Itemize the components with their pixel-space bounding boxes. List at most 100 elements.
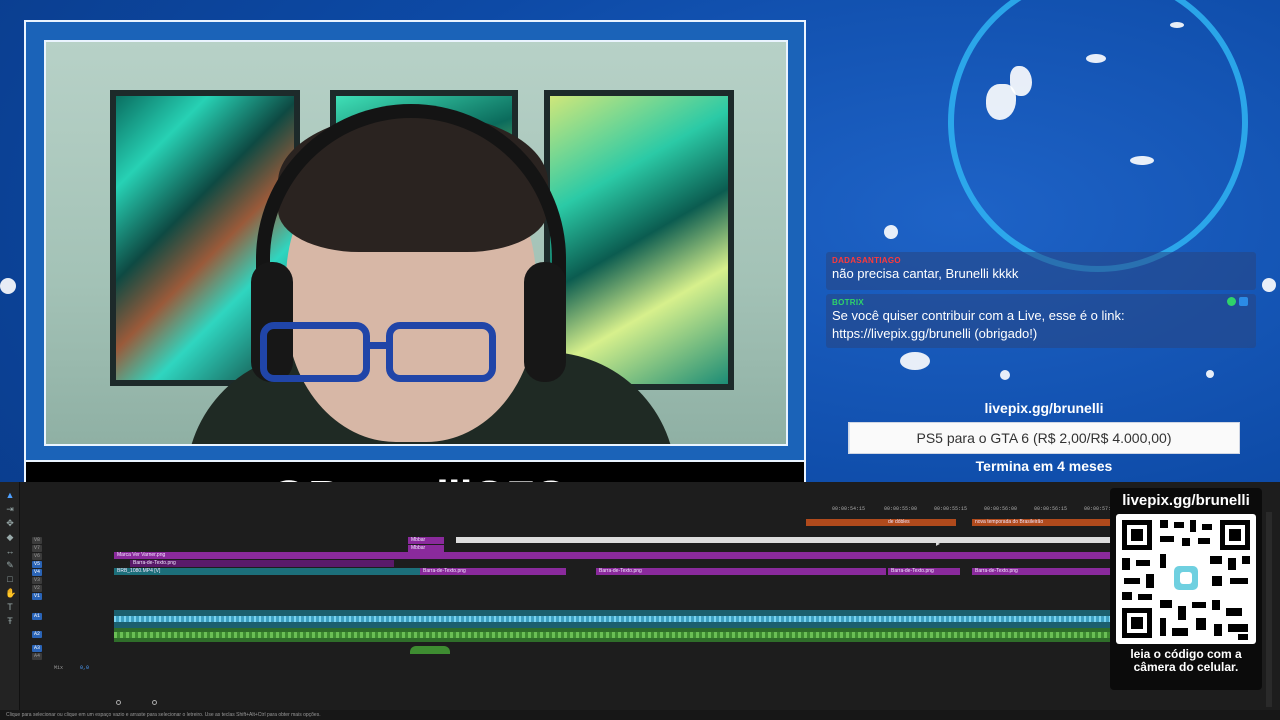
track-header[interactable]: A4 [28,653,114,661]
track-header[interactable]: A2 [28,631,114,639]
track-id[interactable]: V3 [32,577,42,584]
track-header[interactable]: V6 [28,553,114,561]
track-header[interactable]: V2 [28,585,114,593]
tool-palette: ▲ ⇥ ✥ ◆ ↔ ✎ □ ✋ T Ŧ [0,482,20,712]
goal-title: livepix.gg/brunelli [984,400,1104,416]
snow-particle [1000,370,1010,380]
track-id[interactable]: A1 [32,613,42,620]
mix-label: Mix [54,665,64,671]
vertical-scrollbar[interactable] [1266,512,1272,707]
chat-username: DADASANTIAGO [832,256,901,265]
type-icon[interactable]: Ŧ [5,616,15,626]
timeline-clip[interactable]: Mbbar [408,545,444,552]
video-editor: ▲ ⇥ ✥ ◆ ↔ ✎ □ ✋ T Ŧ V8 V7 V6 V5 V4 V3 V2… [0,482,1280,720]
scroll-handle[interactable] [116,700,121,705]
chat-text: Se você quiser contribuir com a Live, es… [832,308,1125,341]
webcam-frame: @BrunelliOFC [24,20,806,534]
track-header[interactable]: A3 [28,645,114,653]
selection-tool-icon[interactable]: ▲ [5,490,15,500]
qr-title: livepix.gg/brunelli [1122,492,1250,509]
ruler-tick: 00:00:56:15 [1034,506,1068,512]
chat-username: BOTRIX [832,298,865,307]
track-id[interactable]: A2 [32,631,42,638]
qr-caption-line: câmera do celular. [1133,660,1239,674]
snow-particle [1130,156,1154,165]
track-select-icon[interactable]: ⇥ [5,504,15,514]
snow-particle [0,278,16,294]
track-headers: V8 V7 V6 V5 V4 V3 V2 V1 A1 A2 A3 A4 Mix … [28,537,114,717]
qr-code [1116,514,1256,644]
webcam-feed [44,40,788,446]
stream-overlay: @BrunelliOFC DADASANTIAGO não precisa ca… [0,0,1280,720]
track-header[interactable]: V3 [28,577,114,585]
snow-particle [1086,54,1106,63]
rectangle-icon[interactable]: □ [5,574,15,584]
track-id[interactable]: V7 [32,545,42,552]
audio-waveform [114,616,1110,622]
horizontal-zoom-scrollbar[interactable] [116,700,157,706]
timeline-clip[interactable]: Marca Ver Varner.png [114,552,1110,559]
timeline-clip[interactable]: Mbbar [408,537,444,544]
audio-track-a2[interactable] [114,628,1110,642]
track-header[interactable]: V7 [28,545,114,553]
timeline-clip[interactable]: Barra-de-Texto.png [596,568,886,575]
slip-icon[interactable]: ↔ [5,546,15,556]
timeline-clip[interactable]: Barra-de-Texto.png [888,568,960,575]
glasses-right-lens [386,322,496,382]
audio-track-a1[interactable] [114,610,1110,628]
timeline[interactable]: 00:00:54:15 00:00:55:00 00:00:55:15 00:0… [114,482,1117,712]
mix-track[interactable]: Mix 0,0 [28,665,114,673]
cursor-icon: ▸ [936,539,941,548]
mix-value[interactable]: 0,0 [80,665,89,671]
timeline-clip[interactable]: nova temporada do Brasileirão [972,519,1110,526]
timeline-clip[interactable]: Barra-de-Texto.png [972,568,1110,575]
ruler-tick: 00:00:55:00 [884,506,918,512]
track-id[interactable]: V6 [32,553,42,560]
track-id[interactable]: V1 [32,593,42,600]
headphones-band [256,104,566,294]
pen-icon[interactable]: ✎ [5,560,15,570]
bot-icon [1239,297,1248,306]
timeline-ruler[interactable]: 00:00:54:15 00:00:55:00 00:00:55:15 00:0… [804,504,1117,514]
snow-particle [1170,22,1184,28]
snow-particle [1262,278,1276,292]
ripple-edit-icon[interactable]: ✥ [5,518,15,528]
chat-text: não precisa cantar, Brunelli kkkk [832,266,1019,281]
hand-icon[interactable]: ✋ [5,588,16,598]
timeline-clip[interactable]: Barra-de-Texto.png [130,560,394,567]
qr-caption: leia o código com a câmera do celular. [1110,648,1262,674]
goal-ends: Termina em 4 meses [975,458,1113,474]
snow-particle [1206,370,1214,378]
track-id[interactable]: A3 [32,645,42,652]
chat-message: DADASANTIAGO não precisa cantar, Brunell… [826,252,1256,290]
chat-message: BOTRIX Se você quiser contribuir com a L… [826,294,1256,348]
ruler-tick: 00:00:56:00 [984,506,1018,512]
text-icon[interactable]: T [5,602,15,612]
timeline-clip[interactable]: Barra-de-Texto.png [420,568,566,575]
track-id[interactable]: V2 [32,585,42,592]
track-id[interactable]: A4 [32,653,42,660]
track-id[interactable]: V4 [32,569,42,576]
track-id[interactable]: V5 [32,561,42,568]
scroll-handle[interactable] [152,700,157,705]
track-header[interactable]: A1 [28,613,114,621]
timeline-clip[interactable] [456,537,1110,543]
track-header[interactable]: V5 [28,561,114,569]
qr-code-image [1122,520,1250,640]
decorative-ring [948,0,1248,272]
ruler-tick: 00:00:54:15 [832,506,866,512]
razor-icon[interactable]: ◆ [5,532,15,542]
audio-clip[interactable] [410,646,450,654]
track-header[interactable]: V1 [28,593,114,601]
ruler-tick: 00:00:55:15 [934,506,968,512]
track-header[interactable]: V4 [28,569,114,577]
snow-particle [900,352,930,370]
wall-painting [544,90,734,390]
audio-waveform [114,632,1110,638]
track-id[interactable]: V8 [32,537,42,544]
timeline-clip[interactable]: de dóbles [806,519,956,526]
track-header[interactable]: V8 [28,537,114,545]
headphones-right [524,262,566,382]
timeline-clip[interactable]: BRB_1080.MP4 [V] [114,568,420,575]
snow-particle [884,225,898,239]
